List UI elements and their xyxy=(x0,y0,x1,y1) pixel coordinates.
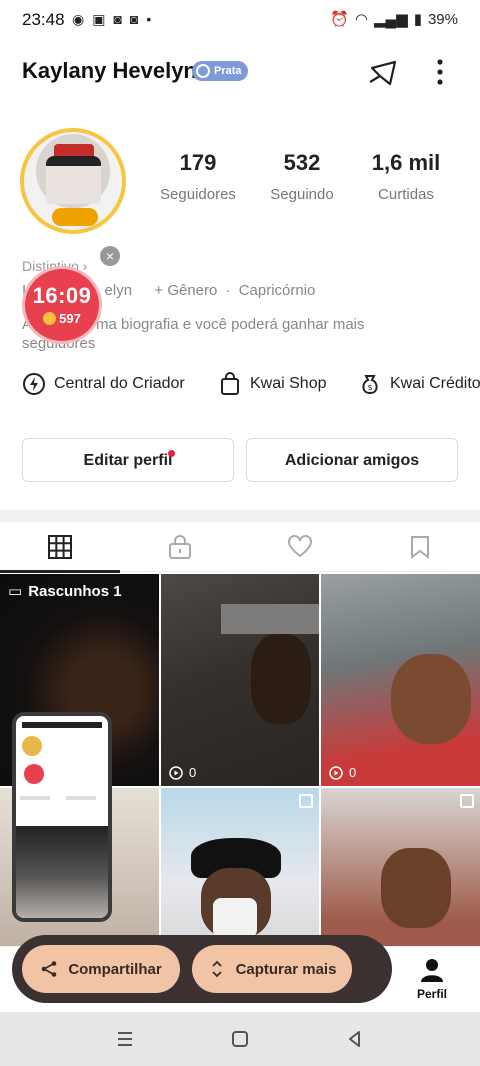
home-icon[interactable] xyxy=(229,1028,251,1050)
capture-more-button[interactable]: Capturar mais xyxy=(192,945,352,993)
play-icon xyxy=(329,765,343,780)
drafts-label: ▭ Rascunhos 1 xyxy=(8,582,122,601)
share-icon[interactable] xyxy=(364,54,400,90)
stat-followers[interactable]: 179 Seguidores xyxy=(152,150,244,203)
dot-icon: • xyxy=(146,11,152,27)
video-thumbnail[interactable] xyxy=(321,788,480,946)
system-navigation-bar xyxy=(0,1012,480,1066)
instagram-icon: ◙ xyxy=(113,11,122,27)
recent-apps-icon[interactable] xyxy=(114,1028,136,1050)
tool-label: Kwai Crédito xyxy=(390,375,480,392)
status-bar: 23:48 ◉ ▣ ◙ ◙ • ⏰ ◠ ▂▄▆ ▮ 39% xyxy=(0,0,480,42)
battery-percent: 39% xyxy=(427,10,458,28)
signal-icon: ▂▄▆ xyxy=(374,11,408,28)
bag-icon xyxy=(221,372,239,395)
section-divider xyxy=(0,510,480,522)
svg-text:$: $ xyxy=(367,383,372,392)
gender-button[interactable]: + Gênero xyxy=(154,282,217,299)
share-button[interactable]: Compartilhar xyxy=(22,945,180,993)
stat-label: Seguidores xyxy=(160,186,236,203)
badge-icon xyxy=(196,64,210,78)
status-time: 23:48 xyxy=(22,10,65,29)
expand-vertical-icon xyxy=(211,960,222,978)
notification-icons: ◉ ▣ ◙ ◙ • xyxy=(72,11,151,28)
timer-time: 16:09 xyxy=(32,283,92,308)
image-icon xyxy=(460,794,474,808)
reward-timer-widget[interactable]: 16:09 597 xyxy=(22,266,102,344)
liked-tab-icon[interactable] xyxy=(287,534,313,560)
stat-value: 179 xyxy=(179,150,217,175)
nav-profile[interactable]: Perfil xyxy=(406,957,458,1001)
timer-coins: 597 xyxy=(25,311,99,326)
play-icon xyxy=(169,765,183,780)
stat-label: Curtidas xyxy=(378,186,434,203)
drafts-icon: ▭ xyxy=(8,583,23,600)
video-thumbnail[interactable] xyxy=(161,788,319,946)
avatar-frame-decoration xyxy=(52,208,98,226)
screenshot-preview[interactable] xyxy=(12,712,112,922)
private-tab-icon[interactable] xyxy=(167,534,193,560)
content-tabs xyxy=(0,522,480,573)
profile-name: Kaylany Hevelyn xyxy=(22,58,197,83)
stat-label: Seguindo xyxy=(270,186,334,203)
kwai-credito-link[interactable]: $ Kwai Crédito xyxy=(358,372,480,396)
avatar[interactable] xyxy=(14,122,136,240)
zodiac-sign: Capricórnio xyxy=(238,282,316,299)
coin-icon xyxy=(43,312,57,325)
profile-icon xyxy=(421,959,443,982)
facebook-icon: ▣ xyxy=(92,11,106,27)
whatsapp-icon: ◉ xyxy=(72,11,85,27)
back-icon[interactable] xyxy=(344,1028,366,1050)
tool-label: Central do Criador xyxy=(54,375,185,392)
stat-following[interactable]: 532 Seguindo xyxy=(258,150,346,203)
kwai-shop-link[interactable]: Kwai Shop xyxy=(218,372,327,396)
share-icon xyxy=(42,961,57,977)
play-count: 0 xyxy=(169,765,196,780)
play-count: 0 xyxy=(329,765,356,780)
info-name-fragment: elyn xyxy=(104,282,133,299)
stat-value: 532 xyxy=(283,150,321,175)
battery-icon: ▮ xyxy=(413,11,422,28)
more-icon[interactable] xyxy=(426,54,454,90)
grid-tab-icon[interactable] xyxy=(47,534,73,560)
alarm-icon: ⏰ xyxy=(330,11,349,28)
money-bag-icon: $ xyxy=(362,375,378,395)
notification-dot xyxy=(168,450,175,457)
profile-header: Kaylany Hevelyn Prata xyxy=(0,50,480,92)
close-icon[interactable]: × xyxy=(100,246,120,266)
edit-profile-button[interactable]: Editar perfil xyxy=(22,438,234,482)
stat-value: 1,6 mil xyxy=(371,150,441,175)
nav-profile-label: Perfil xyxy=(416,987,447,1001)
instagram-icon: ◙ xyxy=(129,11,139,27)
badge-label: Prata xyxy=(214,65,242,77)
add-friends-button[interactable]: Adicionar amigos xyxy=(246,438,458,482)
creator-center-link[interactable]: Central do Criador xyxy=(22,372,185,396)
stat-likes[interactable]: 1,6 mil Curtidas xyxy=(362,150,450,203)
system-icons: ⏰ ◠ ▂▄▆ ▮ 39% xyxy=(330,10,458,29)
wifi-icon: ◠ xyxy=(354,11,368,28)
image-icon xyxy=(299,794,313,808)
tool-label: Kwai Shop xyxy=(250,375,327,392)
saved-tab-icon[interactable] xyxy=(407,534,433,560)
tools-row: Central do Criador Kwai Shop $ Kwai Créd… xyxy=(0,372,480,402)
active-tab-indicator xyxy=(0,570,120,573)
video-thumbnail[interactable]: 0 xyxy=(321,574,480,786)
screenshot-actions-bar: Compartilhar Capturar mais xyxy=(12,935,392,1003)
level-badge[interactable]: Prata xyxy=(192,61,248,81)
video-thumbnail[interactable]: 0 xyxy=(161,574,319,786)
bolt-icon xyxy=(23,373,45,395)
